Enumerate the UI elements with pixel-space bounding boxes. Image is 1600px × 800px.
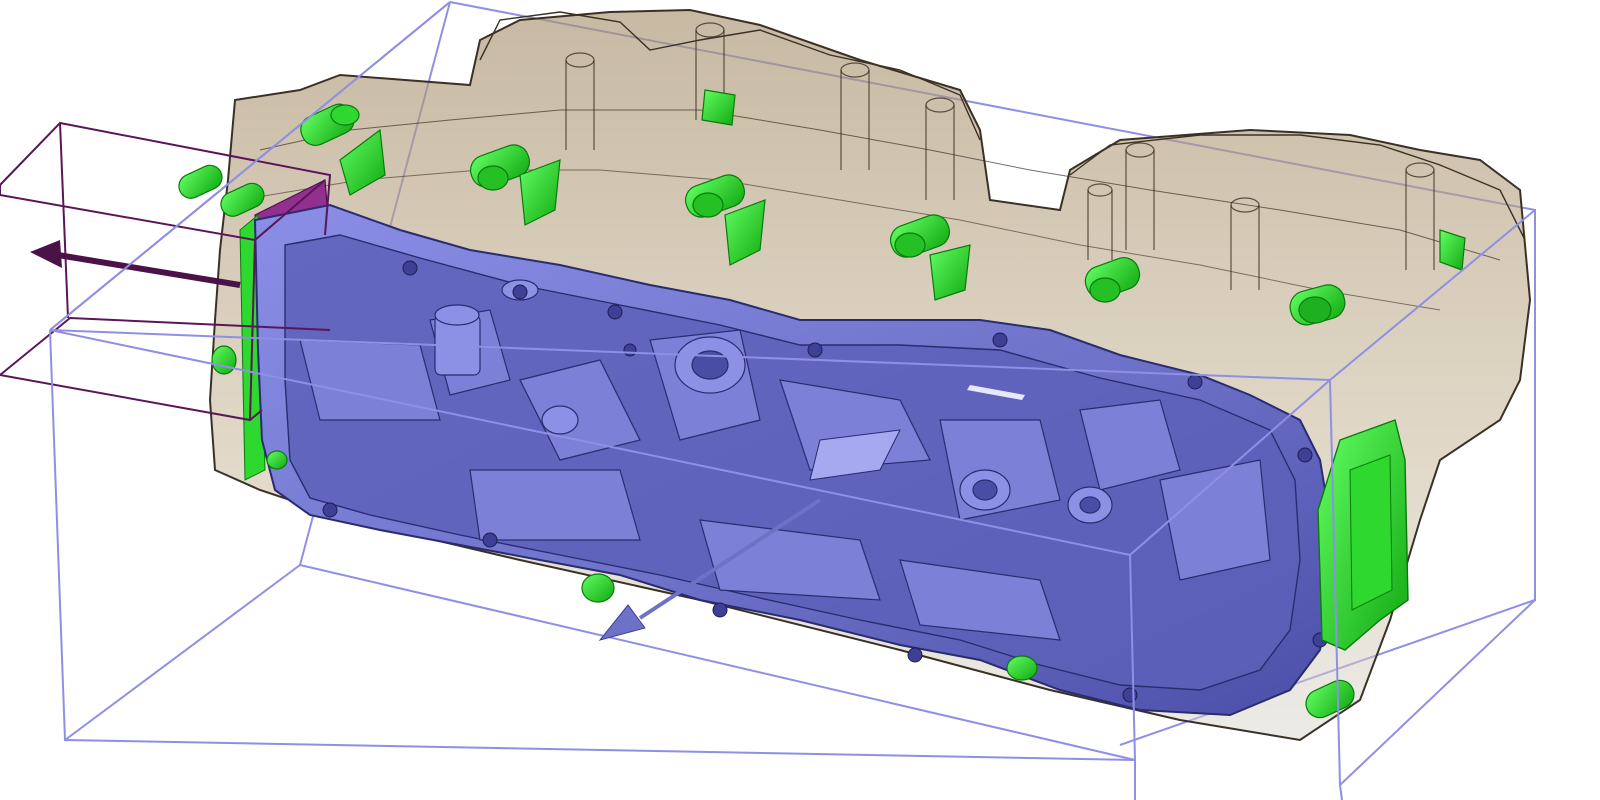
arrow-down-left-icon (598, 604, 646, 641)
side-action-arrow[interactable] (30, 240, 241, 288)
cad-scene[interactable] (0, 0, 1600, 800)
boss-12 (211, 345, 237, 375)
boss-9 (581, 573, 615, 603)
cad-viewport[interactable] (0, 0, 1600, 800)
arrow-left-icon (30, 240, 62, 268)
boss-10 (1006, 655, 1038, 681)
boss-13 (266, 450, 288, 470)
side-action-arrow-shaft (57, 252, 241, 288)
boss-7 (178, 164, 223, 199)
